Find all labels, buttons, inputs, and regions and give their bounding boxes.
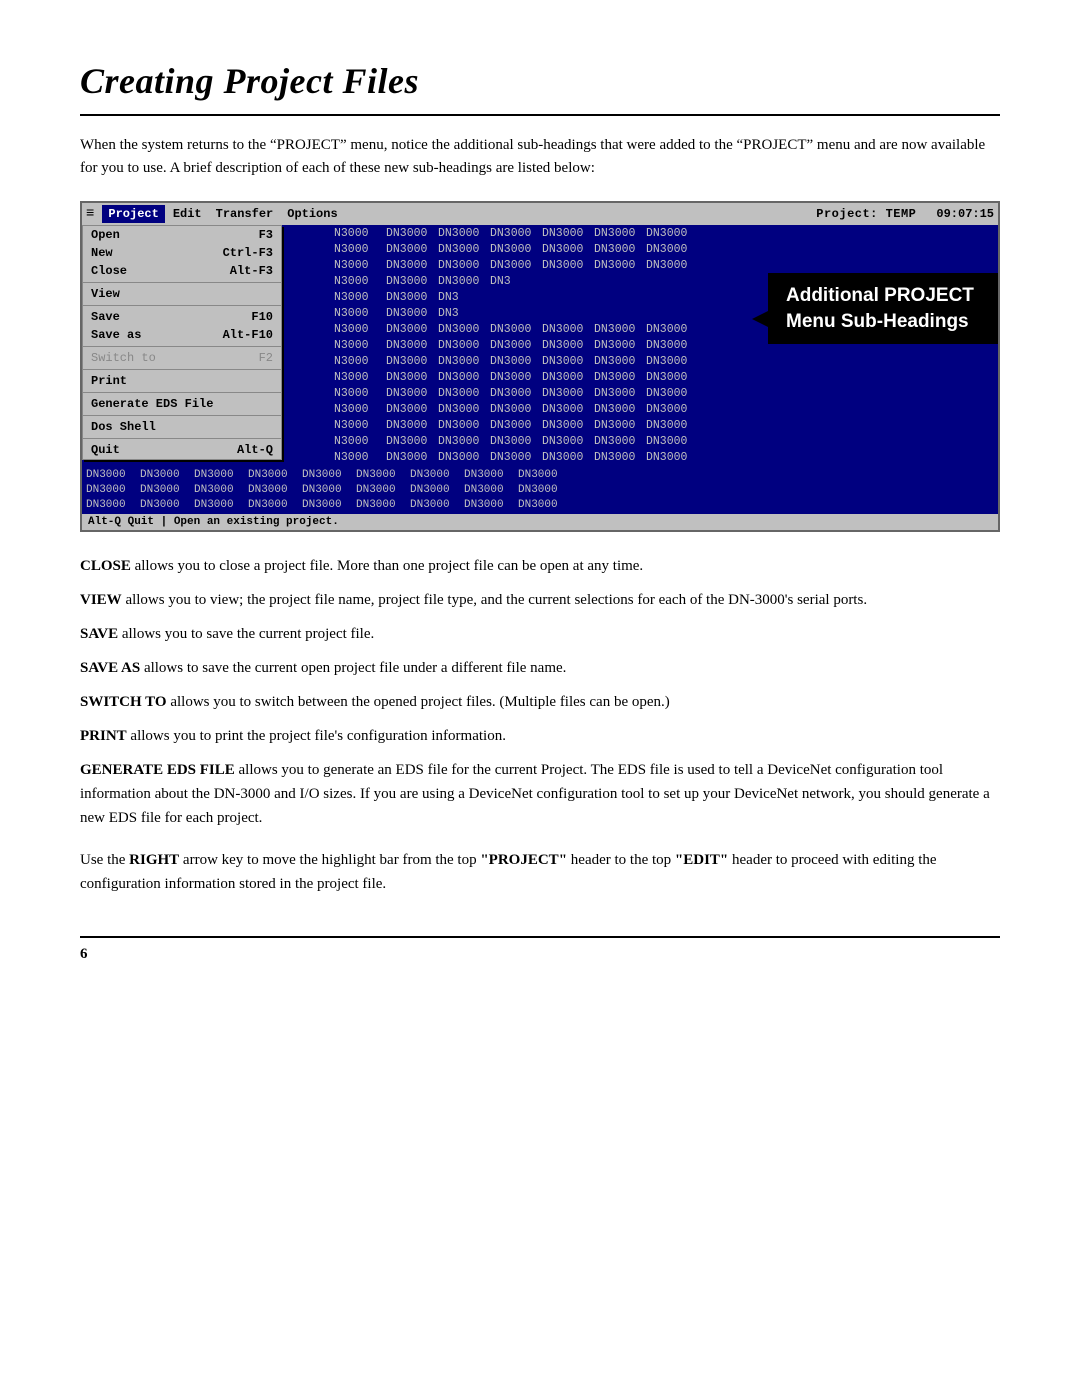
save-bold: SAVE	[80, 626, 118, 642]
para-switch-to: SWITCH TO allows you to switch between t…	[80, 690, 1000, 714]
menu-print-label: Print	[91, 374, 127, 388]
menu-dos-shell-label: Dos Shell	[91, 420, 156, 434]
menu-switch-label: Switch to	[91, 351, 156, 365]
closing-project-bold: "PROJECT"	[480, 852, 567, 868]
title-divider	[80, 114, 1000, 116]
menu-save-label: Save	[91, 310, 120, 324]
menu-save-shortcut: F10	[251, 310, 273, 324]
closing-right-bold: RIGHT	[129, 852, 179, 868]
bottom-data-area: DN3000 DN3000 DN3000 DN3000 DN3000 DN300…	[82, 465, 998, 514]
generate-bold: GENERATE EDS FILE	[80, 762, 235, 778]
view-text: allows you to view; the project file nam…	[125, 592, 867, 608]
para-view: VIEW allows you to view; the project fil…	[80, 588, 1000, 612]
menu-close-shortcut: Alt-F3	[230, 264, 273, 278]
menu-generate-label: Generate EDS File	[91, 397, 213, 411]
para-closing: Use the RIGHT arrow key to move the high…	[80, 848, 1000, 896]
menu-switch-shortcut: F2	[259, 351, 273, 365]
menu-open-shortcut: F3	[259, 228, 273, 242]
dropdown-menu: Open F3 New Ctrl-F3 Close Alt-F3 View Sa	[82, 225, 282, 460]
menu-save-as[interactable]: Save as Alt-F10	[83, 326, 281, 344]
switch-to-text: allows you to switch between the opened …	[170, 694, 669, 710]
page-number: 6	[80, 946, 88, 962]
time-display: 09:07:15	[936, 207, 994, 221]
print-text: allows you to print the project file's c…	[130, 728, 506, 744]
menu-quit[interactable]: Quit Alt-Q	[83, 441, 281, 459]
print-bold: PRINT	[80, 728, 127, 744]
bottom-row-2: DN3000 DN3000 DN3000 DN3000 DN3000 DN300…	[86, 482, 994, 497]
menu-quit-shortcut: Alt-Q	[237, 443, 273, 457]
menu-open[interactable]: Open F3	[83, 226, 281, 244]
menu-icon: ≡	[86, 206, 94, 222]
intro-paragraph: When the system returns to the “PROJECT”…	[80, 134, 1000, 179]
para-close: CLOSE allows you to close a project file…	[80, 554, 1000, 578]
callout-line1: Additional PROJECT	[786, 285, 974, 306]
menu-close[interactable]: Close Alt-F3	[83, 262, 281, 280]
para-save: SAVE allows you to save the current proj…	[80, 622, 1000, 646]
callout-box: Additional PROJECT Menu Sub-Headings	[768, 273, 998, 344]
para-print: PRINT allows you to print the project fi…	[80, 724, 1000, 748]
rows-container: DN N3000 DN3000 DN3000 DN3000 DN3000 DN3…	[82, 225, 998, 465]
save-as-text: allows to save the current open project …	[144, 660, 566, 676]
menu-quit-label: Quit	[91, 443, 120, 457]
status-text: Alt-Q Quit | Open an existing project.	[88, 516, 339, 528]
close-text: allows you to close a project file. More…	[135, 558, 644, 574]
menu-open-label: Open	[91, 228, 120, 242]
bottom-row-1: DN3000 DN3000 DN3000 DN3000 DN3000 DN300…	[86, 467, 994, 482]
menu-save-as-label: Save as	[91, 328, 141, 342]
para-save-as: SAVE AS allows to save the current open …	[80, 656, 1000, 680]
menu-save-as-shortcut: Alt-F10	[223, 328, 273, 342]
close-bold: CLOSE	[80, 558, 131, 574]
save-text: allows you to save the current project f…	[122, 626, 374, 642]
page-title: Creating Project Files	[80, 60, 1000, 102]
menu-transfer[interactable]: Transfer	[210, 205, 280, 223]
page-footer: 6	[80, 936, 1000, 963]
project-info: Project: TEMP	[816, 207, 916, 221]
closing-edit-bold: "EDIT"	[675, 852, 728, 868]
menu-project[interactable]: Project	[102, 205, 164, 223]
menu-switch-to: Switch to F2	[83, 349, 281, 367]
callout-line2: Menu Sub-Headings	[786, 311, 969, 332]
menu-view-label: View	[91, 287, 120, 301]
screen-content: DN N3000 DN3000 DN3000 DN3000 DN3000 DN3…	[82, 225, 998, 514]
menu-print[interactable]: Print	[83, 372, 281, 390]
menu-new[interactable]: New Ctrl-F3	[83, 244, 281, 262]
menu-generate-eds[interactable]: Generate EDS File	[83, 395, 281, 413]
para-generate: GENERATE EDS FILE allows you to generate…	[80, 758, 1000, 830]
screenshot: ≡ Project Edit Transfer Options Project:…	[80, 201, 1000, 532]
save-as-bold: SAVE AS	[80, 660, 140, 676]
menu-dos-shell[interactable]: Dos Shell	[83, 418, 281, 436]
menu-new-label: New	[91, 246, 113, 260]
view-bold: VIEW	[80, 592, 122, 608]
menu-close-label: Close	[91, 264, 127, 278]
switch-to-bold: SWITCH TO	[80, 694, 167, 710]
status-bar: Alt-Q Quit | Open an existing project.	[82, 514, 998, 530]
menu-bar: ≡ Project Edit Transfer Options Project:…	[82, 203, 998, 225]
menu-options[interactable]: Options	[281, 205, 343, 223]
menu-view[interactable]: View	[83, 285, 281, 303]
menu-save[interactable]: Save F10	[83, 308, 281, 326]
menu-new-shortcut: Ctrl-F3	[223, 246, 273, 260]
bottom-row-3: DN3000 DN3000 DN3000 DN3000 DN3000 DN300…	[86, 497, 994, 512]
menu-edit[interactable]: Edit	[167, 205, 208, 223]
